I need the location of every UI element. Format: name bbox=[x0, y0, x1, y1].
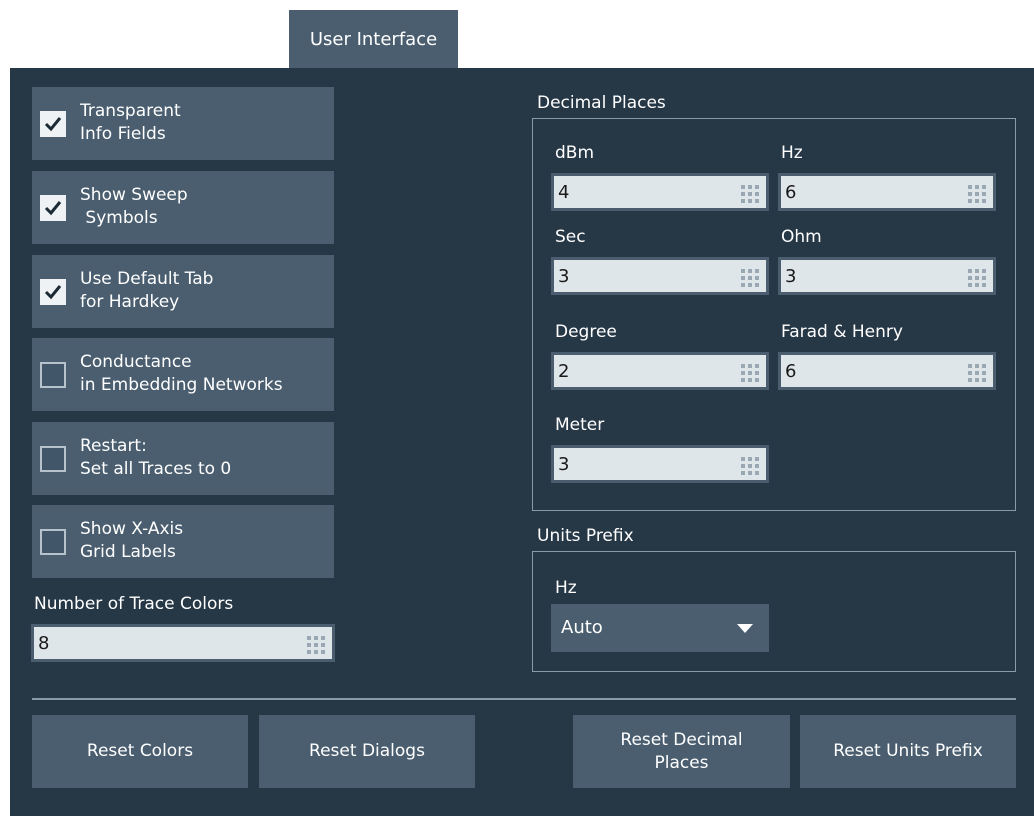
checkbox-checked-icon[interactable] bbox=[40, 195, 66, 221]
keypad-icon[interactable] bbox=[740, 268, 760, 288]
trace-colors-label: Number of Trace Colors bbox=[34, 594, 234, 614]
checkbox-label: Show Sweep Symbols bbox=[80, 185, 188, 228]
units-prefix-selected: Auto bbox=[561, 617, 603, 638]
units-prefix-select[interactable]: Auto bbox=[551, 604, 769, 652]
checkbox-label: Conductance in Embedding Networks bbox=[80, 352, 283, 395]
keypad-icon[interactable] bbox=[967, 268, 987, 288]
checkbox-label: Restart: Set all Traces to 0 bbox=[80, 436, 232, 479]
meter-input[interactable]: 3 bbox=[551, 445, 769, 483]
keypad-icon[interactable] bbox=[967, 184, 987, 204]
ohm-input[interactable]: 3 bbox=[778, 257, 996, 295]
meter-label: Meter bbox=[555, 415, 605, 435]
ohm-label: Ohm bbox=[781, 227, 822, 247]
checkbox-unchecked-icon[interactable] bbox=[40, 529, 66, 555]
tab-user-interface[interactable]: User Interface bbox=[289, 10, 458, 70]
degree-label: Degree bbox=[555, 322, 617, 342]
dbm-value: 4 bbox=[558, 182, 570, 203]
trace-colors-input[interactable]: 8 bbox=[31, 624, 335, 662]
degree-value: 2 bbox=[558, 361, 570, 382]
checkbox-conductance[interactable]: Conductance in Embedding Networks bbox=[32, 338, 334, 411]
reset-units-prefix-button[interactable]: Reset Units Prefix bbox=[800, 715, 1016, 788]
units-prefix-title: Units Prefix bbox=[537, 526, 634, 546]
checkbox-label: Transparent Info Fields bbox=[80, 101, 181, 144]
checkbox-show-sweep-symbols[interactable]: Show Sweep Symbols bbox=[32, 171, 334, 244]
chevron-down-icon bbox=[737, 624, 753, 633]
reset-colors-button[interactable]: Reset Colors bbox=[32, 715, 248, 788]
meter-value: 3 bbox=[558, 454, 570, 475]
tab-label: User Interface bbox=[309, 28, 438, 50]
reset-dialogs-label: Reset Dialogs bbox=[309, 741, 425, 761]
keypad-icon[interactable] bbox=[306, 635, 326, 655]
hz-value: 6 bbox=[785, 182, 797, 203]
keypad-icon[interactable] bbox=[740, 456, 760, 476]
hz-input[interactable]: 6 bbox=[778, 173, 996, 211]
farad-henry-value: 6 bbox=[785, 361, 797, 382]
keypad-icon[interactable] bbox=[740, 184, 760, 204]
ohm-value: 3 bbox=[785, 266, 797, 287]
checkbox-checked-icon[interactable] bbox=[40, 111, 66, 137]
reset-decimal-places-label: Reset Decimal Places bbox=[620, 729, 743, 773]
sec-label: Sec bbox=[555, 227, 586, 247]
reset-units-prefix-label: Reset Units Prefix bbox=[833, 741, 983, 761]
farad-henry-input[interactable]: 6 bbox=[778, 352, 996, 390]
dbm-label: dBm bbox=[555, 143, 595, 163]
farad-henry-label: Farad & Henry bbox=[781, 322, 903, 342]
checkbox-unchecked-icon[interactable] bbox=[40, 362, 66, 388]
checkbox-transparent-info-fields[interactable]: Transparent Info Fields bbox=[32, 87, 334, 160]
divider bbox=[32, 698, 1016, 700]
dbm-input[interactable]: 4 bbox=[551, 173, 769, 211]
checkbox-checked-icon[interactable] bbox=[40, 279, 66, 305]
checkbox-label: Use Default Tab for Hardkey bbox=[80, 269, 214, 312]
sec-value: 3 bbox=[558, 266, 570, 287]
sec-input[interactable]: 3 bbox=[551, 257, 769, 295]
reset-decimal-places-button[interactable]: Reset Decimal Places bbox=[573, 715, 790, 788]
decimal-places-title: Decimal Places bbox=[537, 93, 666, 113]
checkbox-show-x-axis-grid-labels[interactable]: Show X-Axis Grid Labels bbox=[32, 505, 334, 578]
checkbox-use-default-tab[interactable]: Use Default Tab for Hardkey bbox=[32, 255, 334, 328]
keypad-icon[interactable] bbox=[740, 363, 760, 383]
keypad-icon[interactable] bbox=[967, 363, 987, 383]
reset-dialogs-button[interactable]: Reset Dialogs bbox=[259, 715, 475, 788]
checkbox-restart-traces[interactable]: Restart: Set all Traces to 0 bbox=[32, 422, 334, 495]
checkbox-unchecked-icon[interactable] bbox=[40, 446, 66, 472]
degree-input[interactable]: 2 bbox=[551, 352, 769, 390]
units-prefix-hz-label: Hz bbox=[555, 578, 577, 598]
checkbox-label: Show X-Axis Grid Labels bbox=[80, 519, 184, 562]
reset-colors-label: Reset Colors bbox=[86, 741, 194, 761]
hz-label: Hz bbox=[781, 143, 803, 163]
trace-colors-value: 8 bbox=[38, 633, 50, 654]
